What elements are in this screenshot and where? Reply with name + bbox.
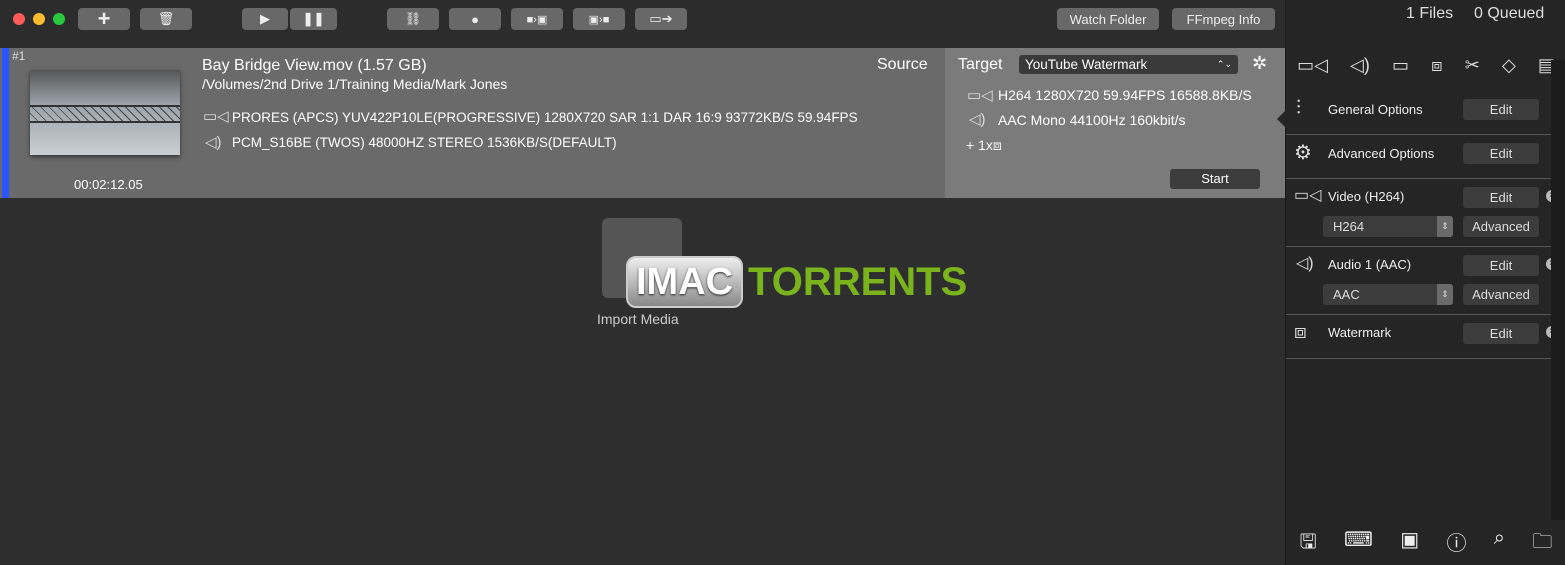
target-audio-info: AAC Mono 44100Hz 160kbit/s <box>998 112 1186 128</box>
trash-icon[interactable]: 🗑 <box>140 8 192 30</box>
gear-icon: ⚙ <box>1294 142 1312 164</box>
general-options-label: General Options <box>1328 102 1423 117</box>
video-codec-select[interactable]: H264 ⇕ <box>1323 216 1453 237</box>
speaker-icon: ◁) <box>1296 255 1314 272</box>
speaker-icon: ◁) <box>205 134 222 151</box>
add-video-stream-icon[interactable]: ▭◁ <box>1297 55 1328 76</box>
watermark-logo: IMAC <box>626 256 744 308</box>
add-trim-icon[interactable]: ✂ <box>1465 55 1480 76</box>
duration: 00:02:12.05 <box>74 177 143 192</box>
stepper-icon: ⌃⌄ <box>1216 59 1232 69</box>
video-to-image-icon[interactable]: ■›▣ <box>511 8 563 30</box>
sidebar: 1 Files 0 Queued ▭◁ ◁) ▭ ⧈ ✂ ◇ ▤ ⫶ General Opt… <box>1277 0 1565 565</box>
video-camera-icon: ▭◁ <box>1294 187 1322 204</box>
panel-pointer <box>1268 110 1286 128</box>
divider <box>1286 246 1565 247</box>
file-path: /Volumes/2nd Drive 1/Training Media/Mark… <box>202 76 508 92</box>
play-icon[interactable]: ▶ <box>242 8 288 30</box>
divider <box>1286 134 1565 135</box>
stepper-icon: ⇕ <box>1437 216 1453 237</box>
general-options-edit-button[interactable]: Edit <box>1463 99 1539 120</box>
target-video-info: H264 1280X720 59.94FPS 16588.8KB/S <box>998 87 1252 103</box>
sliders-icon: ⫶ <box>1296 97 1301 119</box>
disc-icon[interactable]: ● <box>449 8 501 30</box>
start-button[interactable]: Start <box>1170 169 1260 189</box>
close-window-button[interactable] <box>13 13 25 25</box>
pause-icon[interactable]: ❚❚ <box>290 8 337 30</box>
add-audio-stream-icon[interactable]: ◁) <box>1350 55 1370 76</box>
sidebar-scrollbar[interactable] <box>1551 60 1565 520</box>
watermark-brick-icon: ⧈ <box>1294 321 1307 343</box>
watermark-brick-icon: ⧈ <box>992 137 1002 153</box>
import-media-label: Import Media <box>597 311 679 327</box>
divider <box>1286 314 1565 315</box>
subtitle-export-icon[interactable]: ▭➔ <box>635 8 687 30</box>
video-codec-value: H264 <box>1333 219 1365 234</box>
source-label: Source <box>877 56 928 73</box>
queued-count: 0 Queued <box>1474 5 1545 22</box>
extra-count: + 1x <box>966 137 993 153</box>
add-tag-icon[interactable]: ◇ <box>1502 55 1516 76</box>
video-edit-button[interactable]: Edit <box>1463 187 1539 208</box>
divider <box>1286 178 1565 179</box>
search-icon[interactable]: ⌕ <box>1494 527 1505 561</box>
target-preset-select[interactable]: YouTube Watermark ⌃⌄ <box>1019 55 1238 74</box>
job-selection-indicator <box>2 48 9 198</box>
save-icon[interactable]: 🖫 <box>1300 527 1317 561</box>
film-preview-icon[interactable]: ▣ <box>1400 527 1419 561</box>
add-watermark-icon[interactable]: ⧈ <box>1431 55 1442 76</box>
video-camera-icon: ▭◁ <box>967 87 993 104</box>
audio-stream-label: Audio 1 (AAC) <box>1328 257 1412 272</box>
divider <box>1286 358 1565 359</box>
advanced-options-label: Advanced Options <box>1328 146 1435 161</box>
watermark-edit-button[interactable]: Edit <box>1463 323 1539 344</box>
stepper-icon: ⇕ <box>1437 284 1453 305</box>
file-title: Bay Bridge View.mov (1.57 GB) <box>202 57 427 74</box>
info-icon[interactable]: ⓘ <box>1446 527 1466 561</box>
terminal-icon[interactable]: ⌨ <box>1344 527 1373 561</box>
job-index: #1 <box>12 49 26 63</box>
maximize-window-button[interactable] <box>53 13 65 25</box>
video-camera-icon: ▭◁ <box>203 108 229 125</box>
ffmpeg-info-button[interactable]: FFmpeg Info <box>1172 8 1275 30</box>
audio-edit-button[interactable]: Edit <box>1463 255 1539 276</box>
add-icon[interactable]: + <box>78 6 130 31</box>
folder-icon[interactable]: 🗀 <box>1532 527 1552 561</box>
target-extra: + 1x⧈ <box>966 137 1002 154</box>
advanced-options-edit-button[interactable]: Edit <box>1463 143 1539 164</box>
add-subtitle-icon[interactable]: ▭ <box>1392 55 1409 76</box>
minimize-window-button[interactable] <box>33 13 45 25</box>
video-stream-label: Video (H264) <box>1328 189 1405 204</box>
source-audio-info: PCM_S16BE (TWOS) 48000HZ STEREO 1536KB/S… <box>232 135 617 150</box>
watch-folder-button[interactable]: Watch Folder <box>1057 8 1159 30</box>
audio-advanced-button[interactable]: Advanced <box>1463 284 1539 305</box>
source-video-info: PRORES (APCS) YUV422P10LE(PROGRESSIVE) 1… <box>232 110 858 125</box>
audio-codec-value: AAC <box>1333 287 1360 302</box>
speaker-icon: ◁) <box>969 111 986 128</box>
image-to-video-icon[interactable]: ▣›■ <box>573 8 625 30</box>
video-advanced-button[interactable]: Advanced <box>1463 216 1539 237</box>
link-icon[interactable]: ⛓ <box>387 8 439 30</box>
files-count: 1 Files <box>1406 5 1454 22</box>
video-thumbnail <box>30 70 180 155</box>
target-label: Target <box>958 56 1003 73</box>
target-preset-value: YouTube Watermark <box>1025 57 1148 72</box>
watermark-label: Watermark <box>1328 325 1392 340</box>
magic-wand-icon[interactable]: ✲ <box>1252 53 1267 74</box>
audio-codec-select[interactable]: AAC ⇕ <box>1323 284 1453 305</box>
watermark-logo-text: TORRENTS <box>748 260 968 304</box>
